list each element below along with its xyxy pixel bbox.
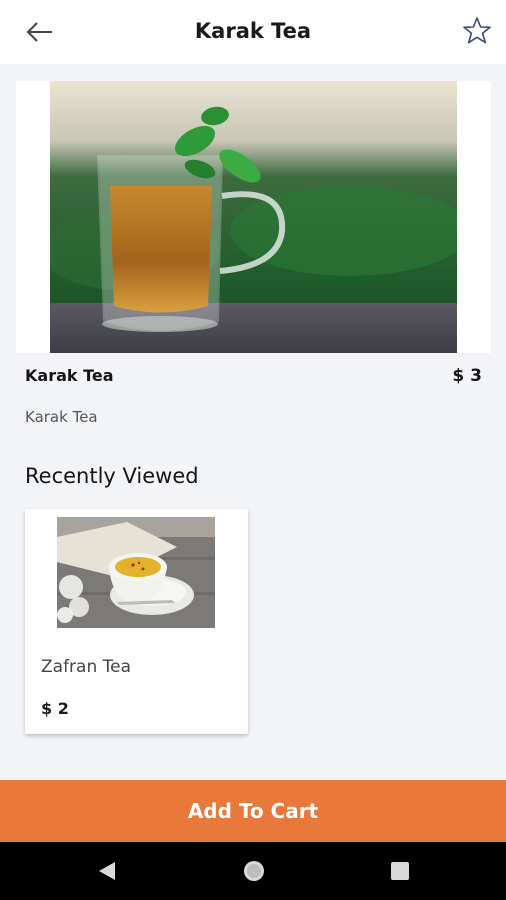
triangle-back-icon[interactable] [95, 859, 119, 883]
page-title: Karak Tea [194, 19, 312, 43]
favorite-button[interactable] [460, 14, 494, 48]
product-image-container [16, 81, 491, 353]
product-price: $ 3 [452, 366, 482, 386]
recently-viewed-image [57, 517, 215, 628]
recently-viewed-card[interactable]: Zafran Tea $ 2 [25, 509, 248, 734]
product-description: Karak Tea [25, 408, 98, 426]
product-name: Karak Tea [25, 366, 114, 385]
recently-viewed-price: $ 2 [41, 699, 69, 718]
system-navigation-bar [0, 842, 506, 900]
app-bar: Karak Tea [0, 0, 506, 64]
add-to-cart-button[interactable]: Add To Cart [0, 780, 506, 842]
circle-home-icon[interactable] [242, 859, 266, 883]
product-info-row: Karak Tea $ 3 [25, 366, 482, 388]
star-outline-icon [463, 17, 491, 44]
square-recents-icon[interactable] [388, 859, 412, 883]
product-image [50, 81, 457, 353]
recently-viewed-name: Zafran Tea [41, 657, 132, 677]
recently-viewed-title: Recently Viewed [25, 464, 199, 488]
